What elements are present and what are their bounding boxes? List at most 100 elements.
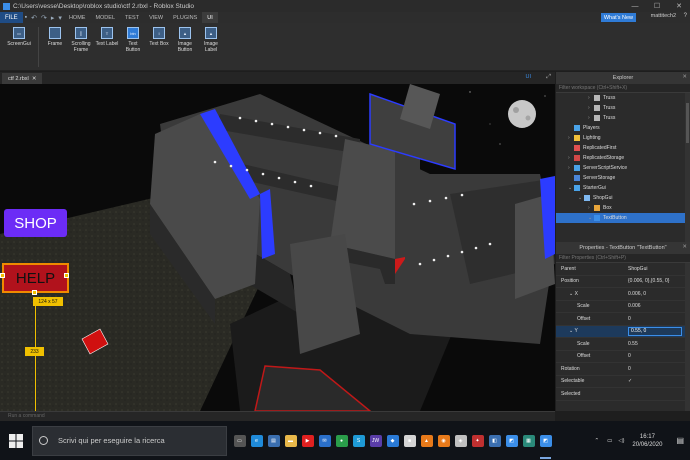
- close-icon[interactable]: ✕: [668, 0, 690, 12]
- taskbar-app-button[interactable]: ▤: [265, 421, 282, 460]
- ribbon-frame-button[interactable]: Frame: [43, 23, 67, 70]
- taskbar-app-button[interactable]: ◈: [452, 421, 469, 460]
- ribbon-text-label-button[interactable]: T Text Label: [95, 23, 119, 70]
- property-row[interactable]: Scale 0.006: [556, 301, 690, 313]
- property-row[interactable]: Rotation 0: [556, 363, 690, 376]
- play-icon[interactable]: ▸: [49, 14, 57, 22]
- taskbar-app-button[interactable]: e: [248, 421, 265, 460]
- ribbon-image-button-button[interactable]: ▲ Image Button: [173, 23, 197, 70]
- minimize-icon[interactable]: —: [624, 0, 646, 12]
- property-value[interactable]: {0.006, 0},{0.55, 0}: [628, 278, 690, 284]
- tab-test[interactable]: TEST: [120, 12, 144, 23]
- taskbar-app-button[interactable]: S: [350, 421, 367, 460]
- taskbar-app-button[interactable]: ◩: [503, 421, 520, 460]
- property-value[interactable]: 0.55: [628, 341, 690, 347]
- tab-home[interactable]: HOME: [64, 12, 91, 23]
- property-row[interactable]: ⌄ X 0.006, 0: [556, 288, 690, 301]
- property-value[interactable]: 0.006, 0: [628, 291, 690, 297]
- taskbar-app-button[interactable]: ▭: [231, 421, 248, 460]
- taskbar-app-button[interactable]: ◆: [384, 421, 401, 460]
- property-checkbox[interactable]: ✓: [628, 378, 690, 384]
- explorer-item[interactable]: › Truss: [556, 103, 690, 113]
- ui-visibility-toggle[interactable]: UI: [526, 74, 532, 80]
- viewport[interactable]: SHOP HELP 124 x 57 233: [0, 84, 555, 411]
- document-tab[interactable]: ctf 2.rbxl ✕: [2, 73, 43, 84]
- explorer-item[interactable]: ServerStorage: [556, 173, 690, 183]
- explorer-item[interactable]: ReplicatedFirst: [556, 143, 690, 153]
- property-row[interactable]: Position {0.006, 0},{0.55, 0}: [556, 276, 690, 288]
- tab-model[interactable]: MODEL: [90, 12, 120, 23]
- start-button[interactable]: [6, 421, 26, 460]
- property-row[interactable]: Selectable ✓: [556, 376, 690, 388]
- ribbon-scrolling-frame-button[interactable]: ┃ Scrolling Frame: [69, 23, 93, 70]
- taskbar-app-button[interactable]: ■: [401, 421, 418, 460]
- maximize-icon[interactable]: ☐: [646, 0, 668, 12]
- property-row[interactable]: Offset 0: [556, 351, 690, 363]
- taskbar-app-button[interactable]: ✦: [469, 421, 486, 460]
- explorer-item[interactable]: › Truss: [556, 93, 690, 103]
- tray-chevron-icon[interactable]: ⌃: [595, 438, 600, 444]
- property-value[interactable]: 0: [628, 316, 690, 322]
- taskbar-app-button[interactable]: ◧: [486, 421, 503, 460]
- explorer-item[interactable]: Players: [556, 123, 690, 133]
- taskbar-app-button[interactable]: ▦: [520, 421, 537, 460]
- volume-icon[interactable]: ◁): [618, 438, 624, 444]
- property-value[interactable]: 0.006: [628, 303, 690, 309]
- ribbon-image-label-button[interactable]: ▲ Image Label: [199, 23, 223, 70]
- explorer-close-icon[interactable]: ✕: [682, 74, 687, 80]
- taskbar-app-button[interactable]: ●: [333, 421, 350, 460]
- help-icon[interactable]: ?: [684, 13, 687, 19]
- redo-icon[interactable]: ↷: [39, 14, 49, 22]
- shop-button[interactable]: SHOP: [4, 209, 67, 237]
- property-row[interactable]: Parent ShopGui: [556, 263, 690, 276]
- network-icon[interactable]: ▭: [607, 438, 612, 444]
- tab-view[interactable]: VIEW: [144, 12, 168, 23]
- taskbar-app-button[interactable]: ▲: [418, 421, 435, 460]
- explorer-item[interactable]: › ReplicatedStorage: [556, 153, 690, 163]
- property-row[interactable]: Scale 0.55: [556, 338, 690, 351]
- explorer-item[interactable]: ⌄ StarterGui: [556, 183, 690, 193]
- taskbar-app-button[interactable]: ◉: [435, 421, 452, 460]
- viewport-expand-icon[interactable]: ⤢: [546, 74, 551, 81]
- ribbon-text-button-button[interactable]: btn Text Button: [121, 23, 145, 70]
- whats-new-button[interactable]: What's New: [600, 13, 636, 22]
- property-row[interactable]: Selected: [556, 388, 690, 401]
- taskbar-search-box[interactable]: Scrivi qui per eseguire la ricerca: [32, 425, 227, 456]
- property-value-input[interactable]: 0.55, 0: [628, 326, 682, 336]
- explorer-scrollbar[interactable]: [685, 93, 690, 242]
- properties-close-icon[interactable]: ✕: [682, 244, 687, 250]
- explorer-item[interactable]: › Box: [556, 203, 690, 213]
- taskbar-app-button[interactable]: ◩: [537, 421, 554, 460]
- undo-icon[interactable]: ↶: [29, 14, 39, 22]
- tab-plugins[interactable]: PLUGINS: [168, 12, 202, 23]
- explorer-item[interactable]: › Lighting: [556, 133, 690, 143]
- property-row[interactable]: Offset 0: [556, 313, 690, 326]
- tab-ui[interactable]: UI: [202, 12, 218, 23]
- explorer-item[interactable]: ⌄ TextButton: [556, 213, 690, 223]
- ribbon-screengui-button[interactable]: ▭ ScreenGui: [4, 23, 34, 70]
- properties-filter-input[interactable]: Filter Properties (Ctrl+Shift+P): [556, 254, 690, 263]
- taskbar-app-button[interactable]: ▶: [299, 421, 316, 460]
- taskbar-app-button[interactable]: JW: [367, 421, 384, 460]
- selection-handle[interactable]: [64, 273, 69, 278]
- properties-scrollbar[interactable]: [685, 263, 690, 411]
- property-value[interactable]: 0: [628, 366, 690, 372]
- explorer-item[interactable]: › Truss: [556, 113, 690, 123]
- property-row[interactable]: ⌄ Y 0.55, 0: [556, 325, 690, 338]
- clock[interactable]: 16:17 20/06/2020: [632, 433, 662, 449]
- help-button[interactable]: HELP: [2, 263, 69, 293]
- selection-handle[interactable]: [0, 273, 5, 278]
- taskbar-app-button[interactable]: ✉: [316, 421, 333, 460]
- explorer-filter-input[interactable]: Filter workspace (Ctrl+Shift+X): [556, 84, 690, 93]
- username[interactable]: mattitech2: [651, 13, 676, 19]
- file-menu[interactable]: FILE: [0, 12, 23, 23]
- explorer-item[interactable]: ⌄ ShopGui: [556, 193, 690, 203]
- selection-handle[interactable]: [32, 290, 37, 295]
- explorer-item[interactable]: › ServerScriptService: [556, 163, 690, 173]
- ribbon-text-box-button[interactable]: I Text Box: [147, 23, 171, 70]
- property-value[interactable]: ShopGui: [628, 266, 690, 272]
- property-value[interactable]: 0: [628, 353, 690, 359]
- taskbar-app-button[interactable]: ▬: [282, 421, 299, 460]
- notifications-icon[interactable]: ▤: [676, 436, 684, 445]
- command-bar[interactable]: Run a command: [0, 411, 555, 421]
